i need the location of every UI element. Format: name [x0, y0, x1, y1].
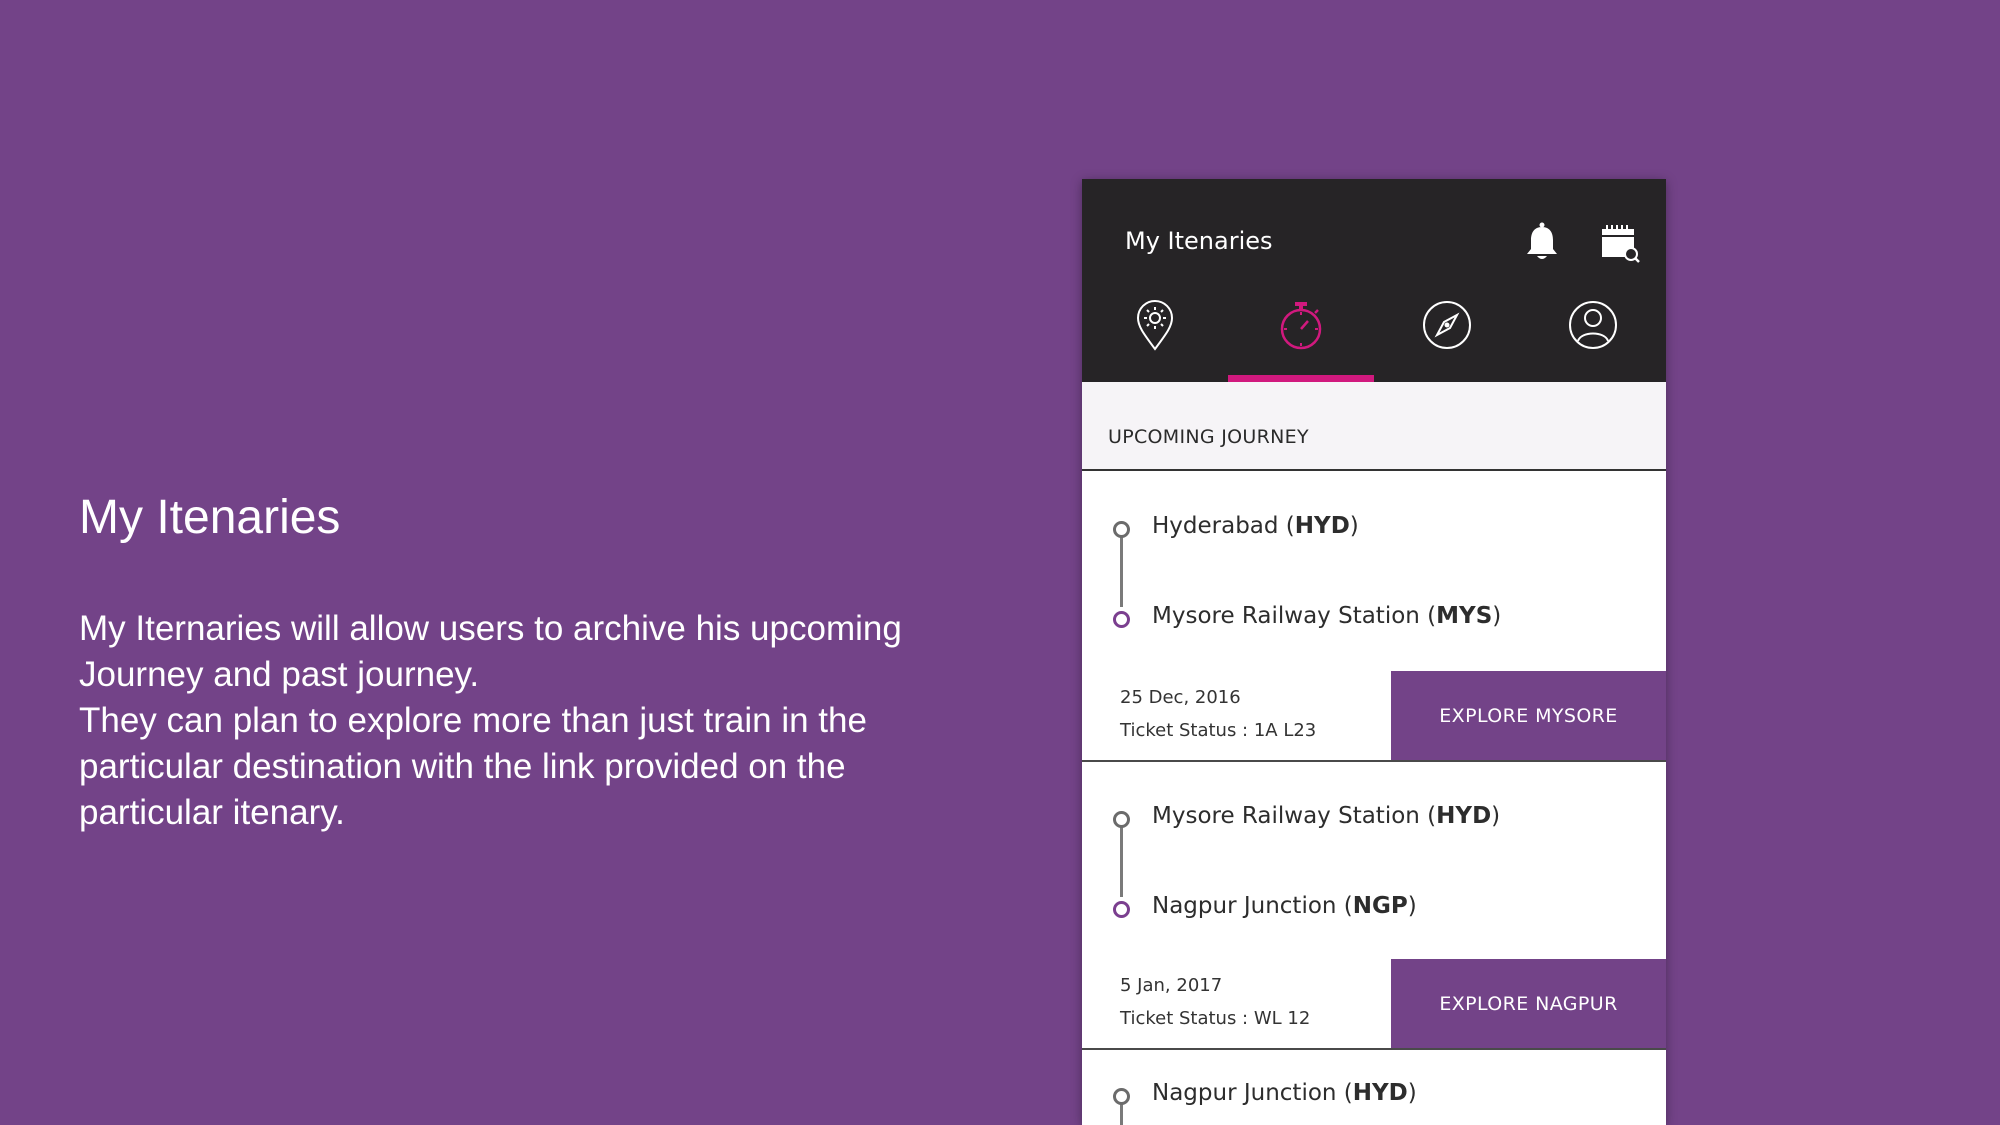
journey-date: 25 Dec, 2016 — [1120, 687, 1241, 708]
origin-code: HYD — [1436, 803, 1492, 829]
tab-profile[interactable] — [1520, 287, 1666, 382]
calendar-search-button[interactable] — [1600, 223, 1640, 263]
origin-marker — [1113, 521, 1130, 538]
explore-nagpur-button[interactable]: EXPLORE NAGPUR — [1391, 959, 1666, 1048]
stopwatch-icon — [1280, 302, 1322, 350]
destination-code: NGP — [1352, 893, 1408, 919]
origin-station: Nagpur Junction (HYD) — [1152, 1080, 1417, 1106]
origin-code: HYD — [1352, 1080, 1408, 1106]
destination-code: MYS — [1436, 603, 1493, 629]
description-title: My Itenaries — [79, 491, 341, 544]
bell-icon — [1527, 222, 1557, 259]
tab-explore[interactable] — [1374, 287, 1520, 382]
origin-name: Hyderabad — [1152, 513, 1279, 539]
destination-name: Nagpur Junction — [1152, 893, 1337, 919]
compass-icon — [1423, 301, 1471, 349]
route-line — [1120, 533, 1123, 607]
journey-footer: 25 Dec, 2016 Ticket Status : 1A L23 EXPL… — [1082, 671, 1666, 762]
origin-code: HYD — [1294, 513, 1350, 539]
journey-footer: 5 Jan, 2017 Ticket Status : WL 12 EXPLOR… — [1082, 959, 1666, 1050]
phone-screen: My Itenaries UPCOMING JOURNEY Hyderabad … — [1082, 179, 1666, 1125]
app-bar: My Itenaries — [1082, 179, 1666, 382]
destination-marker — [1113, 901, 1130, 918]
notifications-button[interactable] — [1524, 221, 1560, 263]
origin-marker — [1113, 1088, 1130, 1105]
tab-bar — [1082, 287, 1666, 382]
destination-station: Nagpur Junction (NGP) — [1152, 893, 1417, 919]
section-header: UPCOMING JOURNEY — [1082, 382, 1666, 471]
destination-marker — [1113, 611, 1130, 628]
ticket-status: Ticket Status : WL 12 — [1120, 1008, 1311, 1029]
app-title: My Itenaries — [1125, 227, 1273, 255]
origin-station: Hyderabad (HYD) — [1152, 513, 1359, 539]
tab-itineraries[interactable] — [1228, 287, 1374, 382]
section-header-label: UPCOMING JOURNEY — [1108, 426, 1309, 448]
calendar-search-icon — [1602, 225, 1640, 263]
journey-card: Hyderabad (HYD) Mysore Railway Station (… — [1082, 471, 1666, 762]
location-pin-icon — [1136, 300, 1174, 351]
journey-card: Mysore Railway Station (HYD) Nagpur Junc… — [1082, 760, 1666, 1050]
destination-station: Mysore Railway Station (MYS) — [1152, 603, 1502, 629]
destination-name: Mysore Railway Station — [1152, 603, 1420, 629]
origin-name: Mysore Railway Station — [1152, 803, 1420, 829]
route-line — [1120, 823, 1123, 897]
ticket-status: Ticket Status : 1A L23 — [1120, 720, 1317, 741]
origin-name: Nagpur Junction — [1152, 1080, 1337, 1106]
journey-card: Nagpur Junction (HYD) — [1082, 1050, 1666, 1125]
explore-mysore-button[interactable]: EXPLORE MYSORE — [1391, 671, 1666, 760]
profile-icon — [1569, 301, 1617, 349]
origin-marker — [1113, 811, 1130, 828]
tab-places[interactable] — [1082, 287, 1228, 382]
description-body: My Iternaries will allow users to archiv… — [79, 606, 979, 836]
description-paragraph-1: My Iternaries will allow users to archiv… — [79, 609, 902, 694]
description-paragraph-2: They can plan to explore more than just … — [79, 701, 867, 832]
journey-date: 5 Jan, 2017 — [1120, 975, 1223, 996]
active-tab-indicator — [1228, 375, 1374, 382]
description-panel: My Itenaries My Iternaries will allow us… — [79, 490, 979, 836]
origin-station: Mysore Railway Station (HYD) — [1152, 803, 1501, 829]
